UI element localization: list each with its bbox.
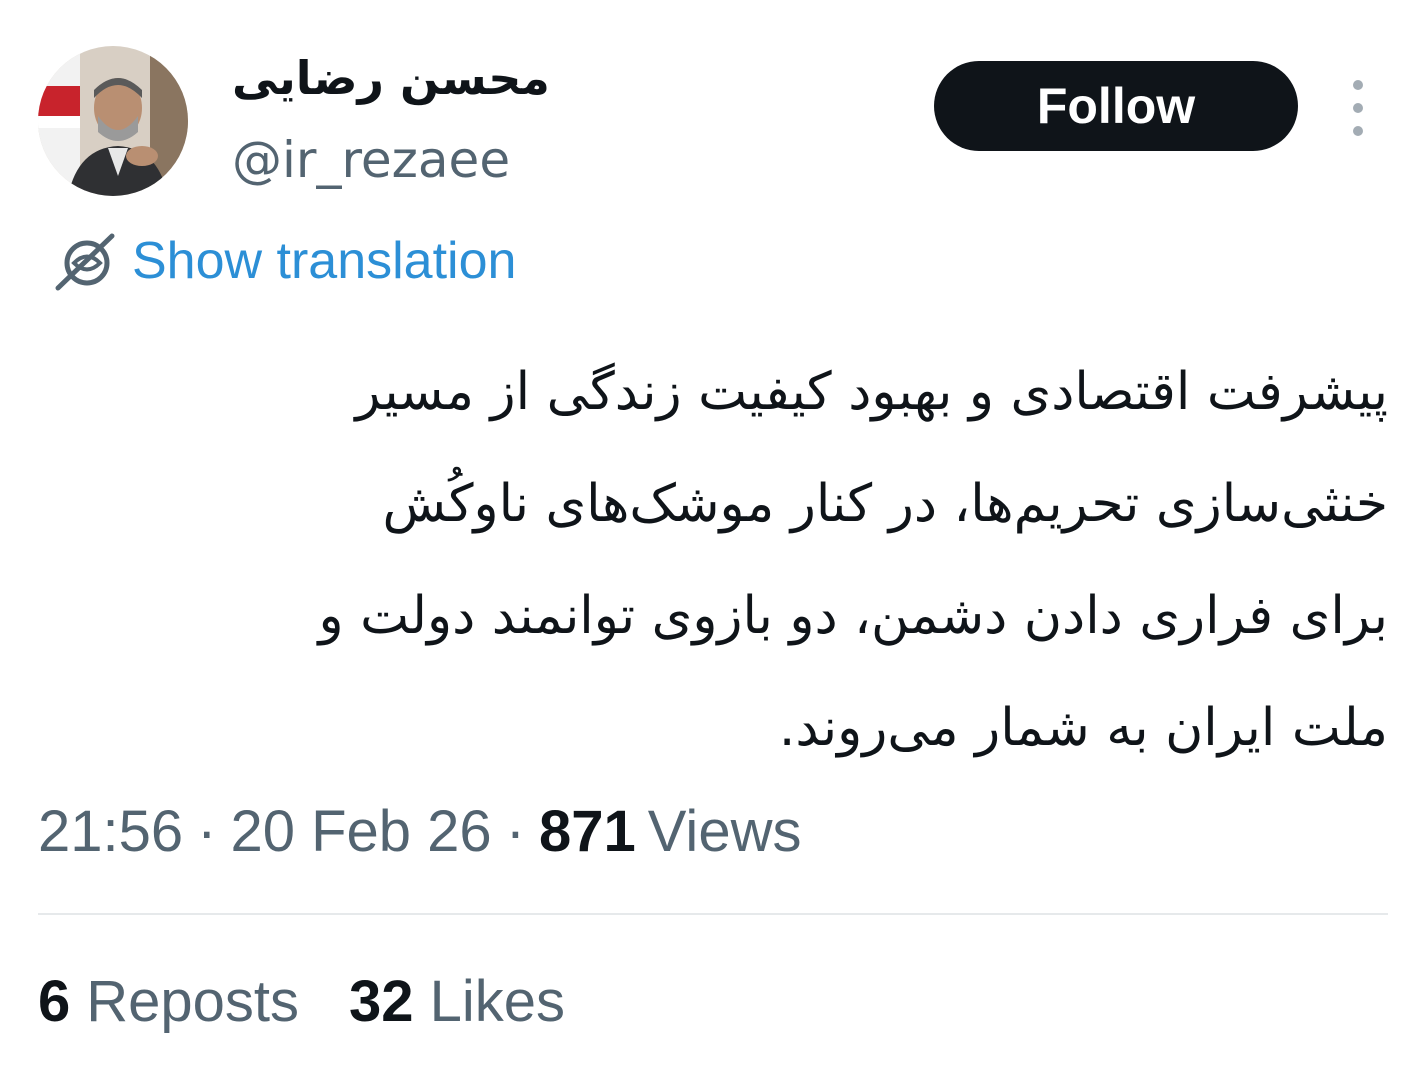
avatar-photo <box>38 46 188 196</box>
tweet-text: پیشرفت اقتصادی و بهبود کیفیت زندگی از مس… <box>110 336 1388 784</box>
author-display-name[interactable]: محسن رضایی <box>232 50 550 106</box>
reposts-count: 6 <box>38 968 71 1034</box>
more-options-button[interactable] <box>1340 80 1376 136</box>
views-label: Views <box>647 798 802 864</box>
meta-separator: · <box>197 798 217 864</box>
show-translation-link[interactable]: Show translation <box>52 226 516 296</box>
tweet-text-line: پیشرفت اقتصادی و بهبود کیفیت زندگی از مس… <box>355 362 1388 422</box>
follow-button[interactable]: Follow <box>934 61 1298 151</box>
reposts-label: Reposts <box>86 968 300 1034</box>
tweet-date[interactable]: 20 Feb 26 <box>230 798 491 865</box>
reposts-stat[interactable]: 6 Reposts <box>38 968 299 1035</box>
author-handle[interactable]: @ir_rezaee <box>232 130 510 190</box>
show-translation-label: Show translation <box>132 232 517 290</box>
avatar[interactable] <box>38 46 188 196</box>
views-count: 871 <box>539 798 636 864</box>
likes-count: 32 <box>349 968 414 1034</box>
divider <box>38 913 1388 915</box>
likes-stat[interactable]: 32 Likes <box>349 968 565 1035</box>
tweet-time[interactable]: 21:56 <box>38 798 183 865</box>
tweet-text-line: ملت ایران به شمار می‌روند. <box>778 698 1388 758</box>
more-vertical-icon-dot <box>1353 126 1363 136</box>
globe-icon <box>55 233 115 291</box>
tweet-text-line: خنثی‌سازی تحریم‌ها، در کنار موشک‌های ناو… <box>382 474 1388 534</box>
likes-label: Likes <box>429 968 565 1034</box>
more-vertical-icon <box>1353 80 1363 90</box>
tweet-text-line: برای فراری دادن دشمن، دو بازوی توانمند د… <box>318 586 1388 646</box>
engagement-stats: 6 Reposts 32 Likes <box>38 966 565 1036</box>
tweet-meta: 21:56 · 20 Feb 26 · 871 Views <box>38 796 801 866</box>
meta-separator: · <box>505 798 526 864</box>
more-vertical-icon-dot <box>1353 103 1363 113</box>
